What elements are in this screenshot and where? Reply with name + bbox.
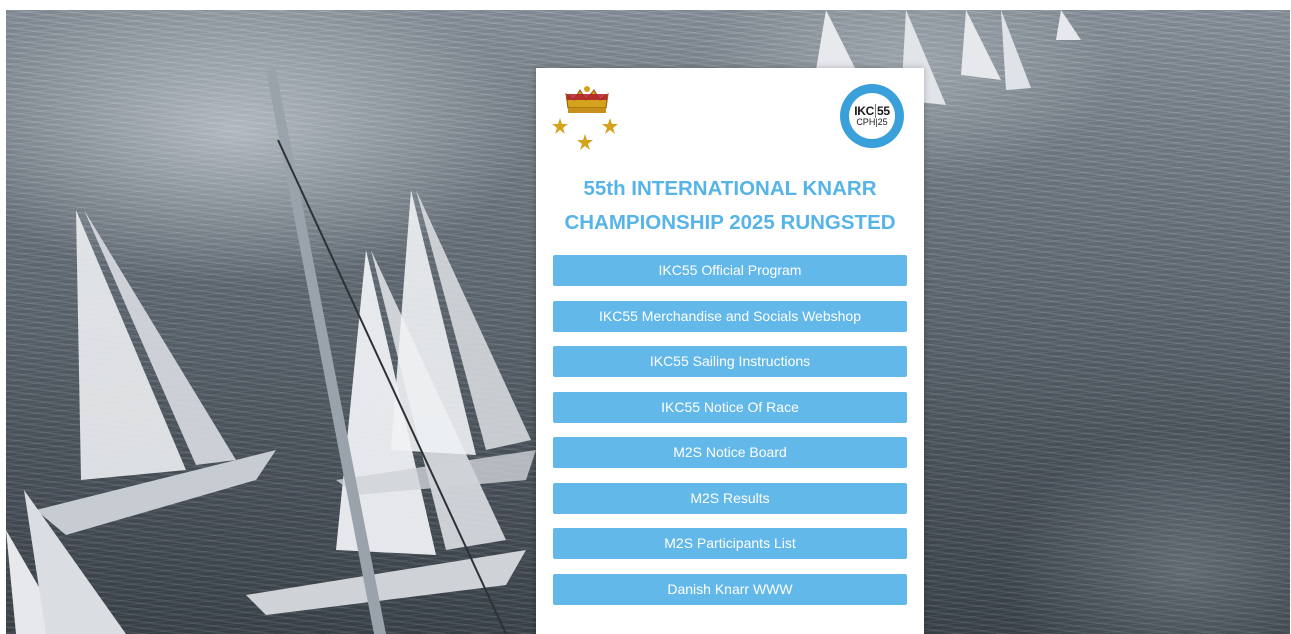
danish-knarr-www-button[interactable]: Danish Knarr WWW [553, 573, 907, 605]
logo-text-25: 25 [877, 117, 888, 127]
participants-list-button[interactable]: M2S Participants List [553, 528, 907, 559]
webshop-button[interactable]: IKC55 Merchandise and Socials Webshop [553, 300, 907, 332]
title-line-2: CHAMPIONSHIP 2025 RUNGSTED [564, 211, 896, 234]
official-program-button[interactable]: IKC55 Official Program [553, 255, 907, 286]
results-button[interactable]: M2S Results [553, 482, 907, 514]
crown-crest-icon [552, 82, 624, 154]
sailing-instructions-button[interactable]: IKC55 Sailing Instructions [553, 346, 907, 377]
title-line-1: 55th INTERNATIONAL KNARR [583, 177, 877, 200]
logo-text-55: 55 [877, 104, 890, 118]
link-list: IKC55 Official Program IKC55 Merchandise… [553, 255, 907, 619]
notice-of-race-button[interactable]: IKC55 Notice Of Race [553, 391, 907, 423]
page-title: 55th INTERNATIONAL KNARR CHAMPIONSHIP 20… [536, 172, 924, 240]
notice-board-button[interactable]: M2S Notice Board [553, 437, 907, 468]
link-card: IKC 55 CPH|25 55th INTERNATIONAL KNARR CH… [536, 68, 924, 634]
logo-text-cph: CPH [856, 117, 876, 127]
ikc55-logo-icon: IKC 55 CPH|25 [840, 84, 904, 148]
logo-text-ikc: IKC [854, 104, 875, 118]
